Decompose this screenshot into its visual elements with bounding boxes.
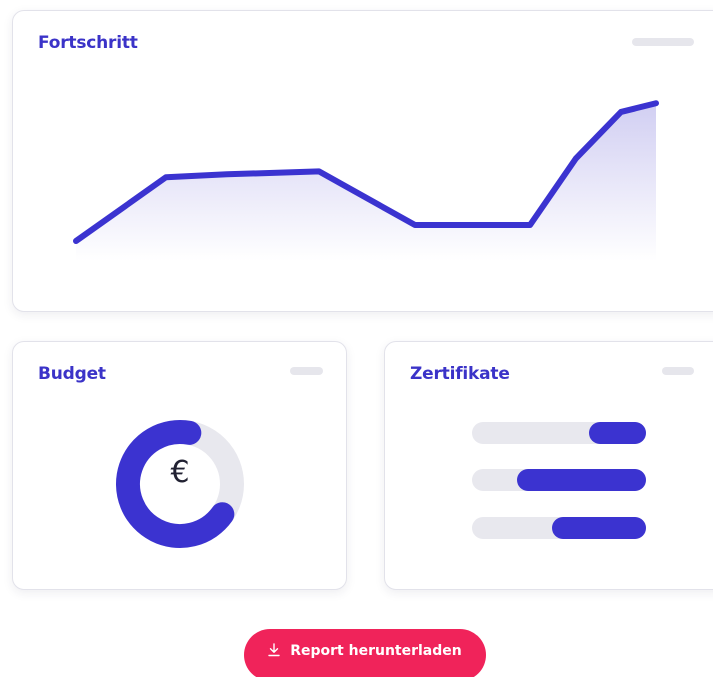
certificates-card: Zertifikate	[384, 341, 713, 590]
certificate-bar-track	[472, 469, 646, 491]
certificate-bar-track	[472, 517, 646, 539]
download-button-label: Report herunterladen	[290, 643, 462, 659]
certificate-bar-fill	[588, 422, 646, 444]
certificate-bar-track	[472, 422, 646, 444]
certificate-bar-fill	[517, 469, 646, 491]
certificates-card-title: Zertifikate	[410, 364, 510, 384]
progress-chart	[73, 100, 659, 261]
euro-icon: €	[170, 455, 190, 490]
download-icon	[268, 642, 280, 656]
budget-card: Budget €	[12, 341, 347, 590]
progress-card: Fortschritt	[12, 10, 713, 312]
download-report-button[interactable]: Report herunterladen	[244, 629, 486, 677]
certificate-bar-fill	[552, 517, 646, 539]
certificates-card-menu-pill[interactable]	[662, 367, 694, 375]
dashboard: Fortschritt Budget € Zertifikate Report …	[0, 0, 713, 677]
